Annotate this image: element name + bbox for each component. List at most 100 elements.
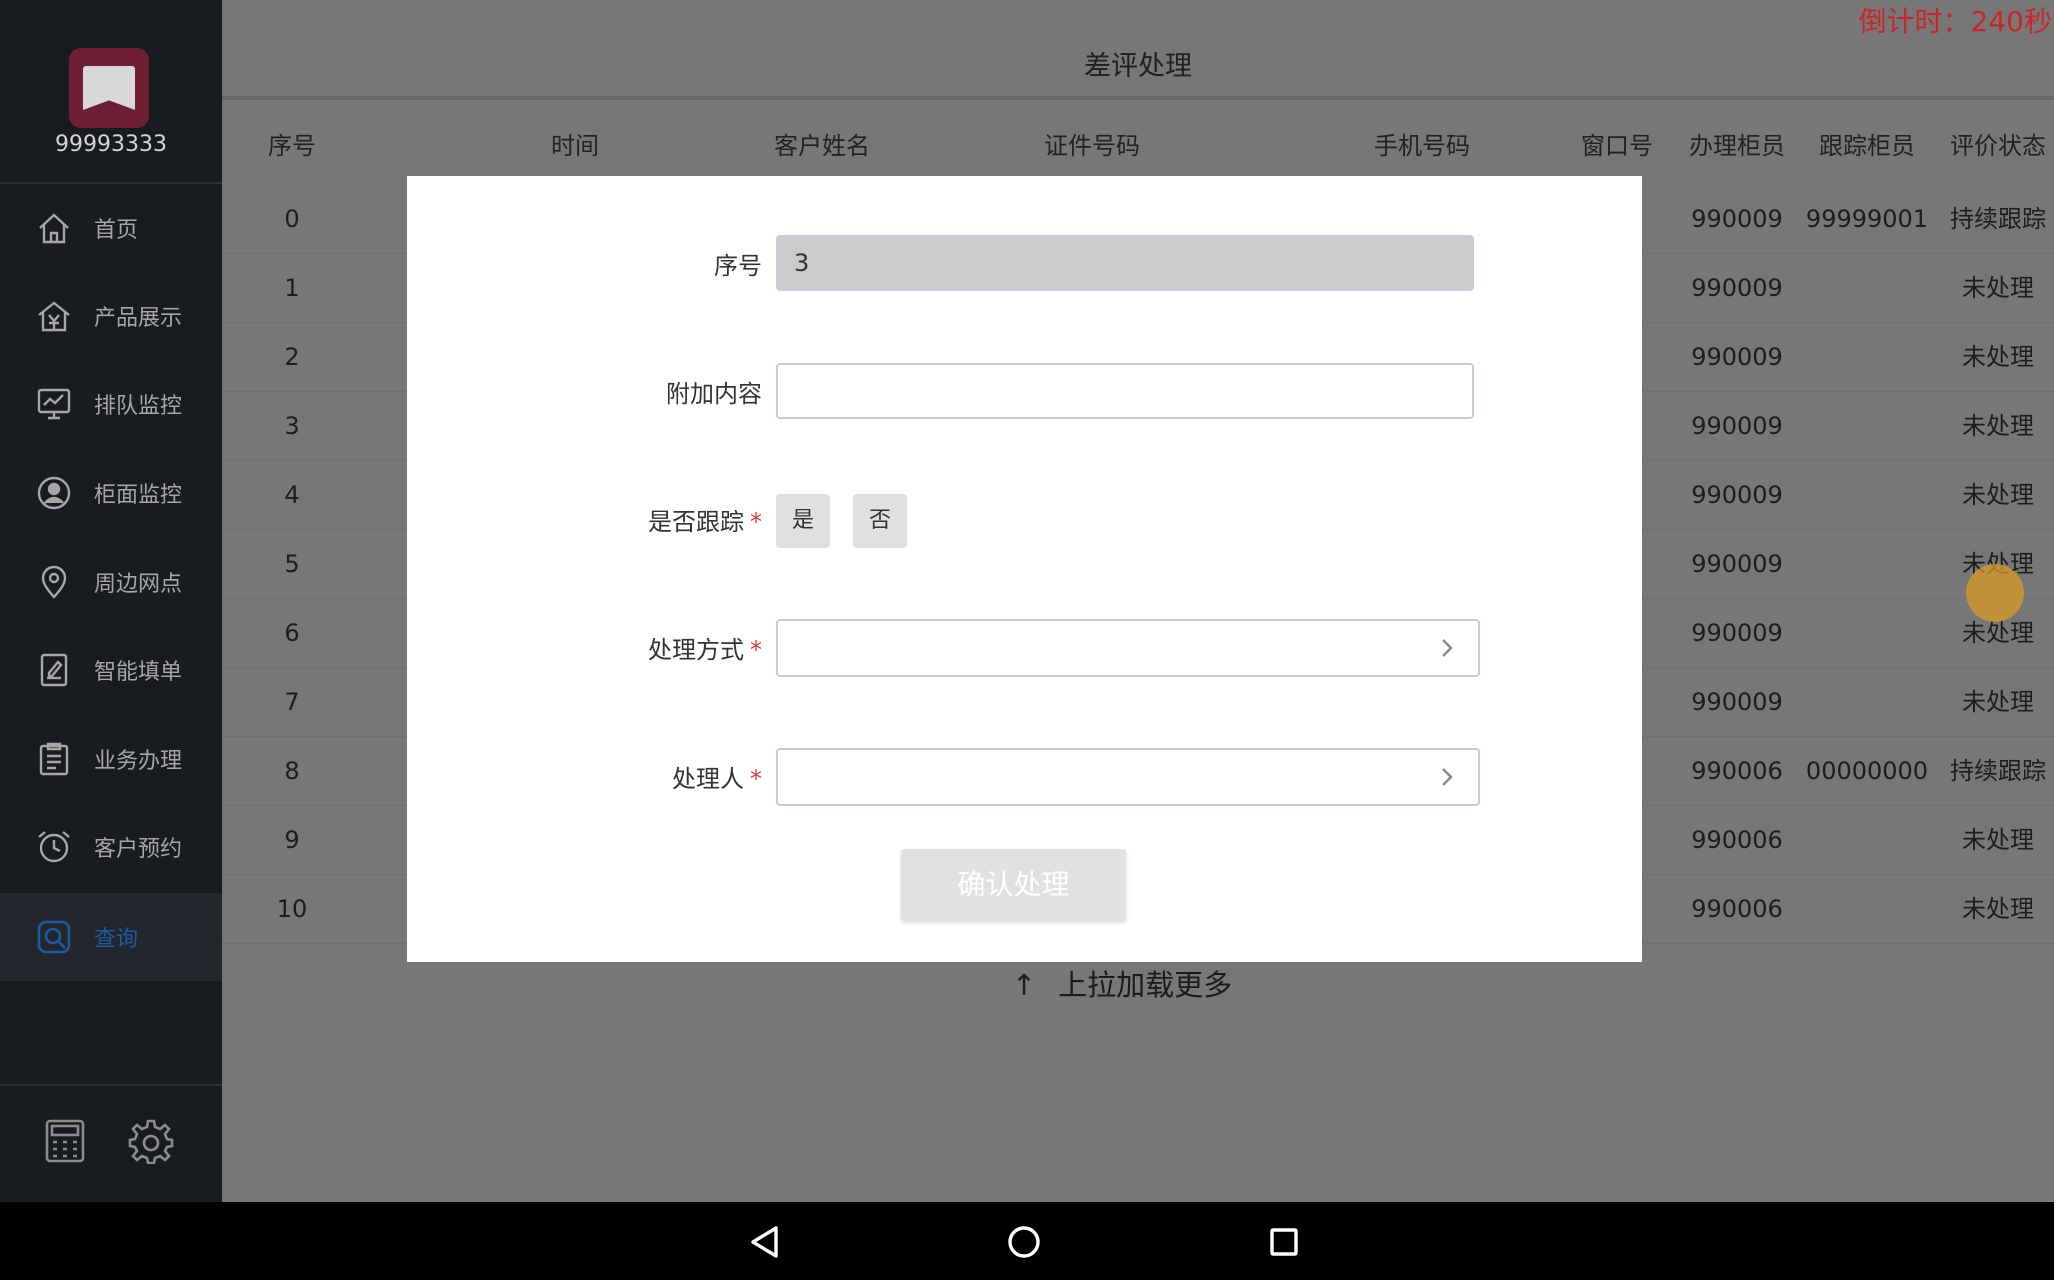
sidebar: 99993333 首页 产品展示 排队监控 柜面监控 周边网点 智能填单 业务办…: [0, 0, 222, 1202]
search-icon: [34, 917, 74, 957]
track-no-button[interactable]: 否: [853, 494, 907, 548]
system-nav-bar: [0, 1202, 2054, 1280]
location-icon: [34, 562, 74, 602]
evaluation-status: 持续跟踪: [1950, 205, 2046, 233]
sidebar-item-queue-monitor[interactable]: 排队监控: [0, 360, 222, 448]
evaluation-status: 未处理: [1962, 688, 2034, 716]
handling-teller: 990009: [1691, 550, 1783, 578]
evaluation-status: 未处理: [1962, 412, 2034, 440]
handling-teller: 990009: [1691, 274, 1783, 302]
sidebar-item-business[interactable]: 业务办理: [0, 715, 222, 803]
branch-number: 99993333: [55, 132, 167, 157]
extra-content-label: 附加内容: [666, 380, 762, 408]
handler-label: 处理人 *: [672, 765, 762, 793]
tracking-teller: [1802, 806, 1932, 875]
column-header: 手机号码: [1374, 132, 1470, 160]
row-number: 2: [284, 343, 300, 371]
column-header: 跟踪柜员: [1819, 132, 1915, 160]
sidebar-item-smart-form[interactable]: 智能填单: [0, 626, 222, 714]
track-label: 是否跟踪 *: [648, 508, 762, 536]
column-header: 窗口号: [1581, 132, 1653, 160]
sidebar-item-product[interactable]: 产品展示: [0, 272, 222, 360]
gear-icon[interactable]: [128, 1118, 174, 1165]
row-number: 10: [276, 895, 308, 923]
tracking-teller: [1802, 530, 1932, 599]
tracking-teller: [1802, 254, 1932, 323]
logo-area: 99993333: [0, 0, 222, 184]
sidebar-item-appointment[interactable]: 客户预约: [0, 803, 222, 891]
sidebar-item-label: 周边网点: [94, 572, 183, 597]
required-mark: *: [750, 636, 762, 664]
tracking-teller: [1802, 668, 1932, 737]
sidebar-item-home[interactable]: 首页: [0, 184, 222, 272]
row-number: 9: [284, 826, 300, 854]
row-number: 4: [284, 481, 300, 509]
tracking-teller: [1802, 461, 1932, 530]
handling-teller: 990009: [1691, 412, 1783, 440]
counter-monitor-icon: [34, 473, 74, 513]
recents-icon[interactable]: [1260, 1218, 1308, 1266]
page-title: 差评处理: [1084, 51, 1192, 82]
required-mark: *: [750, 765, 762, 793]
handling-teller: 990009: [1691, 205, 1783, 233]
countdown-timer: 倒计时：240秒: [1858, 5, 2052, 38]
confirm-handle-button[interactable]: 确认处理: [901, 849, 1126, 921]
row-number: 6: [284, 619, 300, 647]
row-number: 5: [284, 550, 300, 578]
sidebar-item-label: 查询: [94, 927, 139, 952]
column-header: 评价状态: [1950, 132, 2046, 160]
touch-indicator: [1966, 564, 2024, 622]
evaluation-status: 未处理: [1962, 826, 2034, 854]
sidebar-item-counter-monitor[interactable]: 柜面监控: [0, 449, 222, 537]
home-icon: [34, 208, 74, 248]
tracking-teller: [1802, 875, 1932, 944]
chevron-right-icon: [1434, 764, 1460, 790]
handling-teller: 990009: [1691, 343, 1783, 371]
form-icon: [34, 650, 74, 690]
evaluation-status: 未处理: [1962, 481, 2034, 509]
extra-content-field[interactable]: [776, 363, 1474, 419]
alarm-clock-icon: [34, 827, 74, 867]
business-icon: [34, 739, 74, 779]
handler-select[interactable]: [776, 748, 1480, 806]
sidebar-item-label: 产品展示: [94, 306, 183, 331]
arrow-up-icon: ↑: [1011, 968, 1037, 1002]
row-number: 1: [284, 274, 300, 302]
sidebar-item-label: 首页: [94, 218, 139, 243]
handling-teller: 990009: [1691, 688, 1783, 716]
bank-logo: [69, 48, 149, 128]
handle-dialog: 序号 附加内容 是否跟踪* 是 否 处理方式* 处理人* 确认处理: [407, 176, 1642, 962]
calculator-icon[interactable]: [42, 1118, 88, 1164]
sidebar-item-nearby-branches[interactable]: 周边网点: [0, 538, 222, 626]
column-header: 办理柜员: [1689, 132, 1785, 160]
load-more-hint: ↑ 上拉加载更多: [222, 962, 2022, 1004]
queue-monitor-icon: [34, 384, 74, 424]
seq-label: 序号: [714, 252, 762, 280]
evaluation-status: 未处理: [1962, 895, 2034, 923]
method-select[interactable]: [776, 619, 1480, 677]
chevron-right-icon: [1434, 635, 1460, 661]
row-number: 7: [284, 688, 300, 716]
evaluation-status: 未处理: [1962, 343, 2034, 371]
track-yes-button[interactable]: 是: [776, 494, 830, 548]
evaluation-status: 未处理: [1962, 274, 2034, 302]
row-number: 0: [284, 205, 300, 233]
column-header: 序号: [268, 132, 316, 160]
tracking-teller: [1802, 392, 1932, 461]
handling-teller: 990009: [1691, 619, 1783, 647]
product-icon: [34, 296, 74, 336]
method-label: 处理方式 *: [648, 636, 762, 664]
column-header: 时间: [551, 132, 599, 160]
tracking-teller: [1802, 599, 1932, 668]
tracking-teller: 00000000: [1805, 757, 1929, 785]
sidebar-item-label: 业务办理: [94, 749, 183, 774]
back-icon[interactable]: [741, 1218, 789, 1266]
seq-field[interactable]: [776, 235, 1474, 291]
sidebar-item-query[interactable]: 查询: [0, 893, 222, 981]
title-divider: [222, 96, 2054, 100]
handling-teller: 990006: [1691, 757, 1783, 785]
handling-teller: 990006: [1691, 826, 1783, 854]
required-mark: *: [750, 508, 762, 536]
column-header: 客户姓名: [774, 132, 870, 160]
home-circle-icon[interactable]: [1000, 1218, 1048, 1266]
